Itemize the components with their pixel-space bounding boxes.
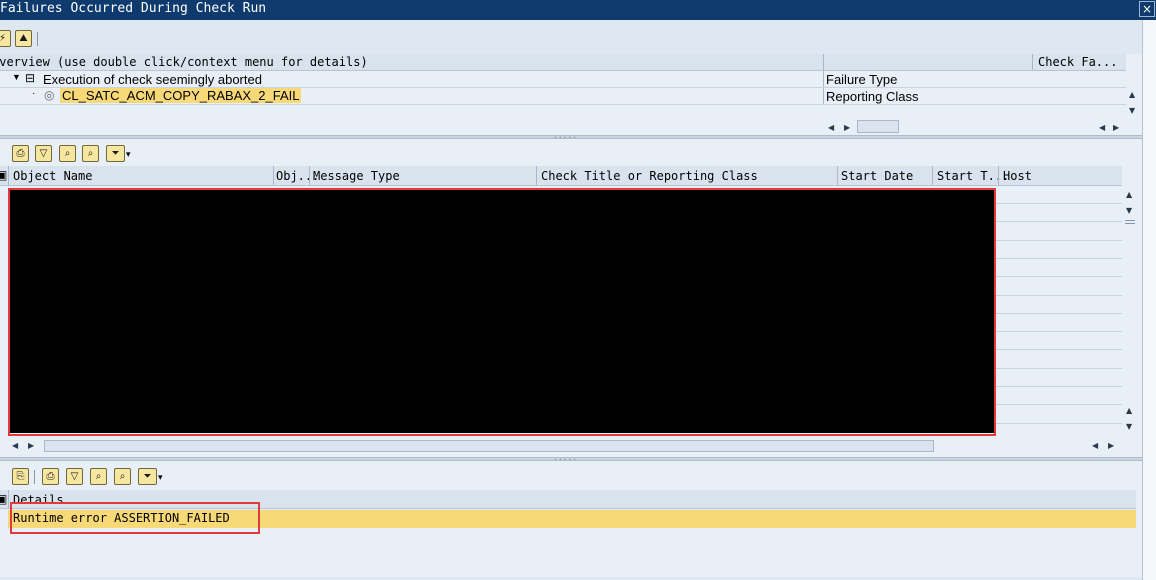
column-header[interactable]: Message Type xyxy=(313,169,400,183)
column-separator xyxy=(1032,54,1033,70)
status-circle-icon: ◎ xyxy=(44,88,55,102)
column-separator xyxy=(823,54,824,70)
overview-vertical-scrollbar[interactable]: ▲ ▼ xyxy=(1126,76,1140,121)
expand-icon[interactable]: ⚡ xyxy=(0,30,11,47)
column-separator xyxy=(273,166,274,185)
print-icon[interactable]: ⎙ xyxy=(12,145,29,162)
column-header[interactable]: Host xyxy=(1003,169,1032,183)
find-next-icon[interactable]: ⌕ xyxy=(82,145,99,162)
scroll-down-icon[interactable]: ▼ xyxy=(1126,206,1132,215)
title-bar: Failures Occurred During Check Run × xyxy=(0,0,1156,20)
table-vertical-scrollbar[interactable]: ▲ ▼ ▲ ▼ xyxy=(1123,186,1137,436)
column-separator xyxy=(8,166,9,185)
top-toolbar: ⚡ ⛰ xyxy=(0,20,1142,54)
tree-row[interactable]: ▼ ⊟ Execution of check seemingly aborted… xyxy=(0,71,1126,88)
column-separator xyxy=(8,490,9,508)
column-header[interactable]: Start Date xyxy=(841,169,913,183)
scroll-left-icon[interactable]: ◀ xyxy=(12,441,18,450)
collapse-icon[interactable]: ⛰ xyxy=(15,30,32,47)
scroll-left-icon[interactable]: ◀ xyxy=(1092,441,1098,450)
results-panel: ⎙ ▽ ⌕ ⌕ ⏷ ▾ ▣ Object Name Obj... Message… xyxy=(0,139,1142,457)
filter-icon[interactable]: ▽ xyxy=(35,145,52,162)
window-edge xyxy=(1142,20,1156,580)
column-separator xyxy=(309,166,310,185)
column-header[interactable]: Object Name xyxy=(13,169,92,183)
toolbar-separator xyxy=(34,470,35,484)
tree-row[interactable]: · ◎ CL_SATC_ACM_COPY_RABAX_2_FAIL Report… xyxy=(0,88,1126,105)
column-separator xyxy=(823,71,824,87)
overview-header: Overview (use double click/context menu … xyxy=(0,55,368,69)
tree-node-label: Execution of check seemingly aborted xyxy=(43,72,262,87)
filter-menu-icon[interactable]: ⏷ xyxy=(138,468,157,485)
column-separator xyxy=(823,88,824,104)
table-horizontal-scrollbar[interactable]: ◀ ▶ ◀ ▶ xyxy=(8,438,1122,454)
dropdown-arrow-icon[interactable]: ▾ xyxy=(126,149,131,160)
scroll-down-icon[interactable]: ▼ xyxy=(1126,422,1132,431)
select-all-icon[interactable]: ▣ xyxy=(0,168,7,182)
column-header[interactable]: Check Title or Reporting Class xyxy=(541,169,758,183)
scroll-up-icon[interactable]: ▲ xyxy=(1126,190,1132,199)
check-failure-header[interactable]: Check Fa... xyxy=(1038,55,1117,69)
scroll-up-icon[interactable]: ▲ xyxy=(1129,90,1135,99)
horizontal-scroll-thumb[interactable] xyxy=(44,440,934,452)
tree-node-type: Reporting Class xyxy=(826,89,919,104)
overview-panel: Overview (use double click/context menu … xyxy=(0,54,1142,135)
print-icon[interactable]: ⎙ xyxy=(42,468,59,485)
scroll-right-icon[interactable]: ▶ xyxy=(28,441,34,450)
scroll-left-icon[interactable]: ◀ xyxy=(1099,123,1105,132)
scroll-right-icon[interactable]: ▶ xyxy=(1108,441,1114,450)
overview-header-row: Overview (use double click/context menu … xyxy=(0,54,1126,71)
horizontal-scroll-thumb[interactable] xyxy=(857,120,899,133)
folder-icon: ⊟ xyxy=(25,71,36,85)
expand-triangle-icon[interactable]: ▼ xyxy=(12,72,21,82)
find-next-icon[interactable]: ⌕ xyxy=(114,468,131,485)
tree-node-label-selected: CL_SATC_ACM_COPY_RABAX_2_FAIL xyxy=(60,88,302,103)
window-title: Failures Occurred During Check Run xyxy=(0,1,267,16)
tree-node-type: Failure Type xyxy=(826,72,898,87)
scroll-thumb[interactable] xyxy=(1125,220,1135,224)
find-icon[interactable]: ⌕ xyxy=(59,145,76,162)
dropdown-arrow-icon[interactable]: ▾ xyxy=(158,472,163,483)
toolbar-separator xyxy=(37,32,38,46)
find-icon[interactable]: ⌕ xyxy=(90,468,107,485)
column-separator xyxy=(998,166,999,185)
column-separator xyxy=(837,166,838,185)
filter-icon[interactable]: ▽ xyxy=(66,468,83,485)
annotation-box xyxy=(8,188,996,436)
details-icon[interactable]: ⎘ xyxy=(12,468,29,485)
close-button[interactable]: × xyxy=(1139,1,1155,17)
table-header-row: ▣ Object Name Obj... Message Type Check … xyxy=(0,166,1122,186)
filter-menu-icon[interactable]: ⏷ xyxy=(106,145,125,162)
scroll-up-icon[interactable]: ▲ xyxy=(1126,406,1132,415)
leaf-dot-icon: · xyxy=(32,88,36,99)
scroll-left-icon[interactable]: ◀ xyxy=(828,123,834,132)
annotation-box xyxy=(10,502,260,534)
scroll-down-icon[interactable]: ▼ xyxy=(1129,106,1135,115)
scroll-right-icon[interactable]: ▶ xyxy=(1113,123,1119,132)
select-all-icon[interactable]: ▣ xyxy=(0,492,7,506)
details-panel: ⎘ ⎙ ▽ ⌕ ⌕ ⏷ ▾ ▣ Details Runtime error AS… xyxy=(0,461,1142,577)
column-separator xyxy=(932,166,933,185)
scroll-right-icon[interactable]: ▶ xyxy=(844,123,850,132)
column-separator xyxy=(536,166,537,185)
